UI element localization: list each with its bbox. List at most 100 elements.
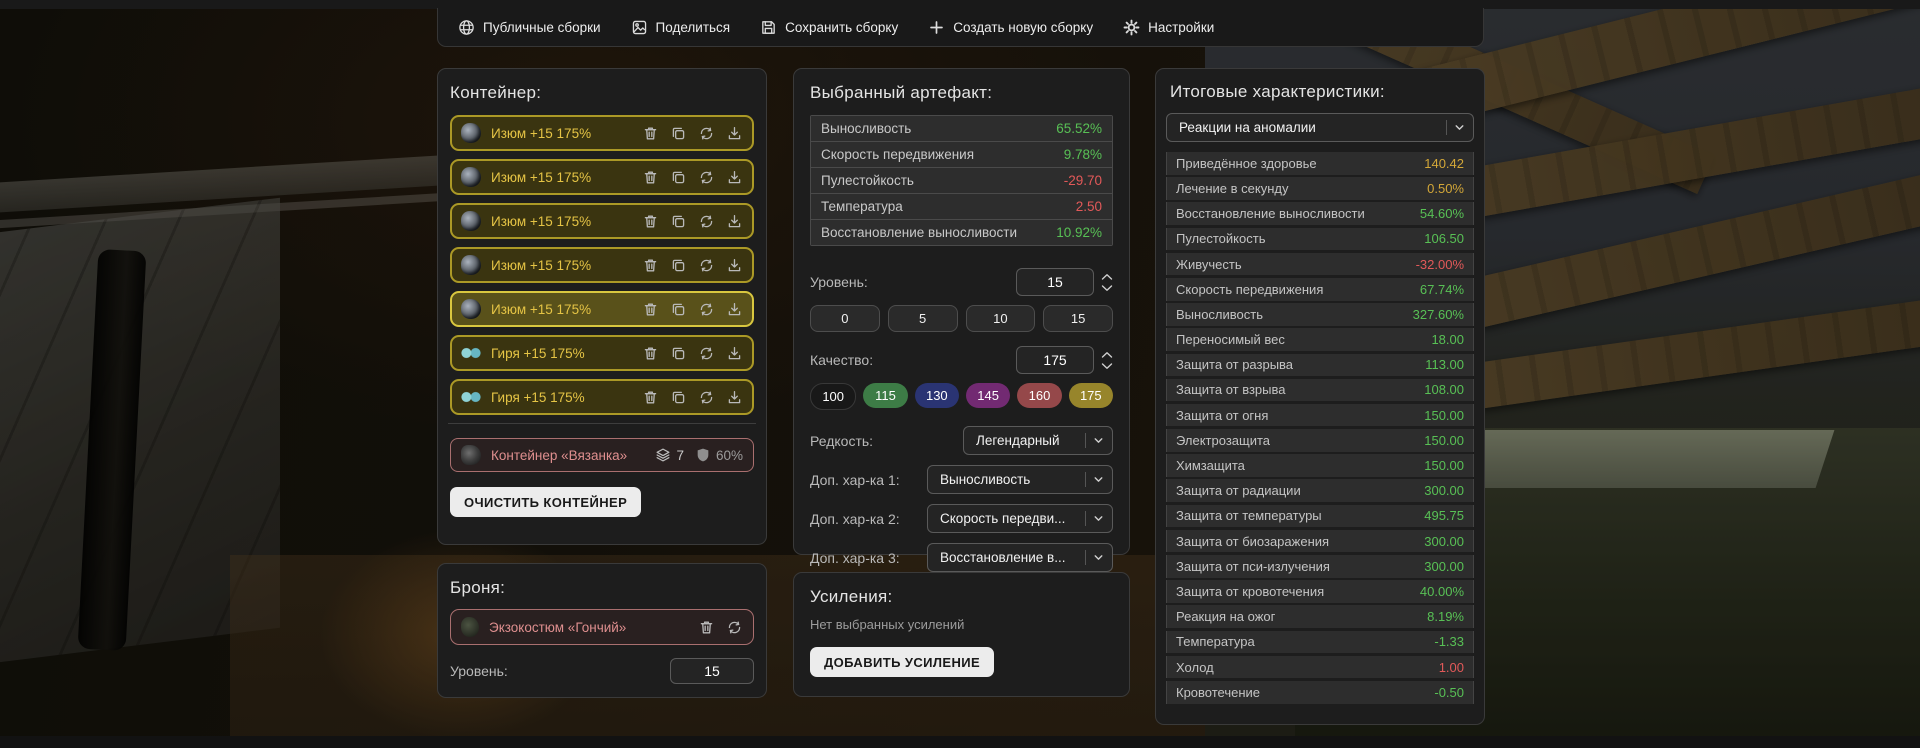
artifact-girya-icon: [461, 343, 481, 363]
add-boost-button[interactable]: ДОБАВИТЬ УСИЛЕНИЕ: [810, 647, 994, 677]
copy-icon[interactable]: [670, 213, 687, 230]
gear-icon: [1123, 19, 1140, 36]
divider: [448, 423, 756, 424]
copy-icon[interactable]: [670, 301, 687, 318]
artifact-item[interactable]: Изюм +15 175%: [450, 159, 754, 195]
clear-container-button[interactable]: ОЧИСТИТЬ КОНТЕЙНЕР: [450, 487, 641, 517]
quality-label: Качество:: [810, 352, 873, 368]
extra-stat-3-select[interactable]: Восстановление в...: [927, 543, 1113, 572]
extra-stat-2-select[interactable]: Скорость передви...: [927, 504, 1113, 533]
menu-share[interactable]: Поделиться: [631, 19, 731, 36]
sync-icon[interactable]: [698, 169, 715, 186]
total-stat-label: Электрозащита: [1176, 433, 1270, 448]
menu-new-build[interactable]: Создать новую сборку: [928, 19, 1093, 36]
armor-item[interactable]: Экзокостюм «Гончий»: [450, 609, 754, 645]
stat-label: Выносливость: [821, 121, 911, 136]
total-stat-value: 327.60%: [1413, 307, 1464, 322]
boosts-panel: Усиления: Нет выбранных усилений ДОБАВИТ…: [793, 572, 1130, 697]
stat-value: -29.70: [1064, 173, 1102, 188]
menu-label: Публичные сборки: [483, 20, 601, 35]
level-preset-10[interactable]: 10: [966, 305, 1036, 332]
total-stat-value: 18.00: [1431, 332, 1464, 347]
artifact-item[interactable]: Изюм +15 175%: [450, 115, 754, 151]
total-stat-label: Защита от биозаражения: [1176, 534, 1329, 549]
artifact-item-selected[interactable]: Изюм +15 175%: [450, 291, 754, 327]
total-stat-label: Пулестойкость: [1176, 231, 1265, 246]
sync-icon[interactable]: [698, 257, 715, 274]
rarity-label: Редкость:: [810, 433, 873, 449]
copy-icon[interactable]: [670, 389, 687, 406]
quality-preset-175[interactable]: 175: [1069, 383, 1113, 408]
copy-icon[interactable]: [670, 257, 687, 274]
artifact-item[interactable]: Гиря +15 175%: [450, 379, 754, 415]
quality-preset-145[interactable]: 145: [966, 383, 1010, 408]
total-stat-label: Защита от радиации: [1176, 483, 1301, 498]
artifact-item[interactable]: Гиря +15 175%: [450, 335, 754, 371]
delete-icon[interactable]: [642, 389, 659, 406]
copy-icon[interactable]: [670, 345, 687, 362]
artifact-item[interactable]: Изюм +15 175%: [450, 247, 754, 283]
rarity-select[interactable]: Легендарный: [963, 426, 1113, 455]
delete-icon[interactable]: [642, 257, 659, 274]
artifact-item-label: Гиря +15 175%: [491, 390, 642, 405]
delete-icon[interactable]: [642, 125, 659, 142]
quality-decrement-button[interactable]: [1101, 362, 1113, 370]
total-stat-value: 495.75: [1424, 508, 1464, 523]
download-icon[interactable]: [726, 301, 743, 318]
level-presets: 0 5 10 15: [810, 305, 1113, 332]
selected-artifact-panel: Выбранный артефакт: Выносливость 65.52% …: [793, 68, 1130, 555]
sync-icon[interactable]: [698, 213, 715, 230]
extra-stat-3-label: Доп. хар-ка 3:: [810, 550, 900, 566]
total-stat-row: Температура-1.33: [1166, 631, 1474, 654]
level-decrement-button[interactable]: [1101, 284, 1113, 292]
stat-label: Скорость передвижения: [821, 147, 974, 162]
quality-preset-160[interactable]: 160: [1017, 383, 1061, 408]
download-icon[interactable]: [726, 257, 743, 274]
sync-icon[interactable]: [698, 125, 715, 142]
armor-level-input[interactable]: [670, 658, 754, 684]
total-stat-row: Защита от температуры 495.75: [1166, 505, 1474, 528]
quality-preset-130[interactable]: 130: [915, 383, 959, 408]
delete-icon[interactable]: [642, 169, 659, 186]
quality-preset-100[interactable]: 100: [810, 383, 856, 410]
menu-label: Сохранить сборку: [785, 20, 898, 35]
copy-icon[interactable]: [670, 169, 687, 186]
delete-icon[interactable]: [642, 345, 659, 362]
quality-input[interactable]: [1016, 346, 1094, 374]
download-icon[interactable]: [726, 389, 743, 406]
menu-save-build[interactable]: Сохранить сборку: [760, 19, 898, 36]
total-stat-row: Скорость передвижения67.74%: [1166, 278, 1474, 301]
menu-public-builds[interactable]: Публичные сборки: [458, 19, 601, 36]
level-preset-5[interactable]: 5: [888, 305, 958, 332]
sync-icon[interactable]: [698, 345, 715, 362]
menu-settings[interactable]: Настройки: [1123, 19, 1214, 36]
extra-stat-1-select[interactable]: Выносливость: [927, 465, 1113, 494]
total-stat-row: Защита от кровотечения40.00%: [1166, 580, 1474, 603]
quality-presets: 100 115 130 145 160 175: [810, 383, 1113, 410]
copy-icon[interactable]: [670, 125, 687, 142]
quality-increment-button[interactable]: [1101, 351, 1113, 359]
download-icon[interactable]: [726, 125, 743, 142]
container-item[interactable]: Контейнер «Вязанка» 7 60%: [450, 438, 754, 472]
level-increment-button[interactable]: [1101, 273, 1113, 281]
artifact-item[interactable]: Изюм +15 175%: [450, 203, 754, 239]
anomaly-reactions-select[interactable]: Реакции на аномалии: [1166, 113, 1474, 142]
level-preset-15[interactable]: 15: [1043, 305, 1113, 332]
total-stat-label: Защита от температуры: [1176, 508, 1322, 523]
sync-icon[interactable]: [726, 619, 743, 636]
delete-icon[interactable]: [642, 213, 659, 230]
download-icon[interactable]: [726, 213, 743, 230]
download-icon[interactable]: [726, 169, 743, 186]
sync-icon[interactable]: [698, 301, 715, 318]
level-preset-0[interactable]: 0: [810, 305, 880, 332]
quality-preset-115[interactable]: 115: [863, 383, 907, 408]
total-stat-label: Живучесть: [1176, 257, 1242, 272]
total-stat-label: Лечение в секунду: [1176, 181, 1288, 196]
delete-icon[interactable]: [698, 619, 715, 636]
level-input[interactable]: [1016, 268, 1094, 296]
artifact-item-label: Изюм +15 175%: [491, 214, 642, 229]
sync-icon[interactable]: [698, 389, 715, 406]
download-icon[interactable]: [726, 345, 743, 362]
plus-icon: [928, 19, 945, 36]
delete-icon[interactable]: [642, 301, 659, 318]
